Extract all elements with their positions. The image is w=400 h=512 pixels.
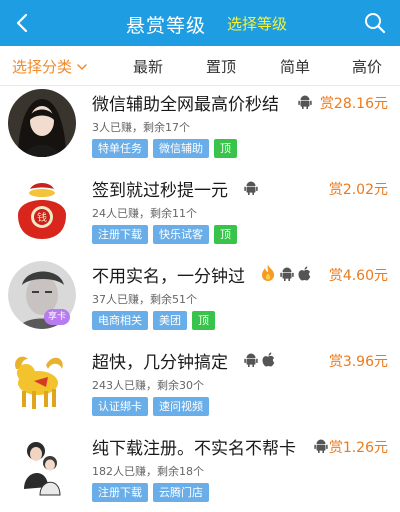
task-tags: 特单任务 微信辅助 顶 xyxy=(92,139,237,158)
task-reward: 赏1.26元 xyxy=(328,440,388,456)
task-title: 不用实名，一分钟过 xyxy=(92,267,245,287)
task-avatar: 钱 xyxy=(8,175,76,243)
task-avatar xyxy=(8,433,76,501)
task-tag: 速问视频 xyxy=(153,397,209,416)
task-tag: 快乐试客 xyxy=(153,225,209,244)
android-icon xyxy=(244,181,258,195)
task-tag: 注册下载 xyxy=(92,225,148,244)
filter-top[interactable]: 置顶 xyxy=(206,56,236,77)
task-title: 签到就过秒提一元 xyxy=(92,181,228,201)
app-header: 悬赏等级 选择等级 xyxy=(0,0,400,46)
task-item[interactable]: 钱 签到就过秒提一元 赏2.02元 24人已赚，剩余11个 注册下载 快乐试客 … xyxy=(0,172,400,258)
task-stats: 182人已赚，剩余18个 xyxy=(92,465,204,478)
svg-text:钱: 钱 xyxy=(37,211,47,224)
task-tag: 注册下载 xyxy=(92,483,148,502)
task-reward: 赏28.16元 xyxy=(319,96,388,112)
pinned-tag: 顶 xyxy=(214,225,237,244)
task-avatar: 享卡 xyxy=(8,261,76,329)
task-stats: 3人已赚，剩余17个 xyxy=(92,121,190,134)
chevron-down-icon xyxy=(77,63,87,70)
pinned-tag: 顶 xyxy=(192,311,215,330)
task-tag: 美团 xyxy=(153,311,187,330)
android-icon xyxy=(314,439,328,453)
task-item[interactable]: 享卡 不用实名，一分钟过 赏4.60元 37人已赚，剩余51个 电商相关 美团 … xyxy=(0,258,400,344)
apple-icon xyxy=(298,266,311,280)
apple-icon xyxy=(262,352,275,367)
filter-bar: 选择分类 最新 置顶 简单 高价 xyxy=(0,46,400,86)
task-title: 纯下载注册。不实名不帮卡 xyxy=(92,439,296,459)
task-reward: 赏4.60元 xyxy=(328,268,388,284)
vip-badge: 享卡 xyxy=(44,309,70,325)
task-stats: 24人已赚，剩余11个 xyxy=(92,207,197,220)
task-tag: 特单任务 xyxy=(92,139,148,158)
task-tags: 认证绑卡 速问视频 xyxy=(92,397,209,416)
task-stats: 243人已赚，剩余30个 xyxy=(92,379,204,392)
category-filter-label: 选择分类 xyxy=(12,58,73,76)
task-avatar xyxy=(8,347,76,415)
task-reward: 赏2.02元 xyxy=(328,182,388,198)
task-tag: 认证绑卡 xyxy=(92,397,148,416)
search-icon xyxy=(365,13,386,34)
task-title: 微信辅助全网最高价秒结 xyxy=(92,95,279,115)
task-item[interactable]: 纯下载注册。不实名不帮卡 赏1.26元 182人已赚，剩余18个 注册下载 云腾… xyxy=(0,430,400,512)
android-icon xyxy=(280,267,294,281)
task-avatar xyxy=(8,89,76,157)
task-tag: 电商相关 xyxy=(92,311,148,330)
task-list: 微信辅助全网最高价秒结 赏28.16元 3人已赚，剩余17个 特单任务 微信辅助… xyxy=(0,86,400,512)
task-tags: 注册下载 快乐试客 顶 xyxy=(92,225,237,244)
task-tags: 电商相关 美团 顶 xyxy=(92,311,215,330)
task-item[interactable]: 微信辅助全网最高价秒结 赏28.16元 3人已赚，剩余17个 特单任务 微信辅助… xyxy=(0,86,400,172)
task-reward: 赏3.96元 xyxy=(328,354,388,370)
task-tags: 注册下载 云腾门店 xyxy=(92,483,209,502)
task-stats: 37人已赚，剩余51个 xyxy=(92,293,197,306)
select-level-link[interactable]: 选择等级 xyxy=(227,13,287,34)
page-title: 悬赏等级 xyxy=(126,15,207,37)
back-button[interactable] xyxy=(6,6,40,40)
android-icon xyxy=(298,95,312,109)
task-tag: 微信辅助 xyxy=(153,139,209,158)
filter-highest[interactable]: 高价 xyxy=(352,56,382,77)
fire-icon xyxy=(262,265,275,281)
task-tag: 云腾门店 xyxy=(153,483,209,502)
task-item[interactable]: 超快，几分钟搞定 赏3.96元 243人已赚，剩余30个 认证绑卡 速问视频 xyxy=(0,344,400,430)
filter-simple[interactable]: 简单 xyxy=(280,56,310,77)
search-button[interactable] xyxy=(358,6,392,40)
category-filter[interactable]: 选择分类 xyxy=(12,56,88,77)
pinned-tag: 顶 xyxy=(214,139,237,158)
android-icon xyxy=(244,353,258,367)
task-title: 超快，几分钟搞定 xyxy=(92,353,228,373)
chevron-left-icon xyxy=(16,13,28,33)
filter-newest[interactable]: 最新 xyxy=(133,56,163,77)
